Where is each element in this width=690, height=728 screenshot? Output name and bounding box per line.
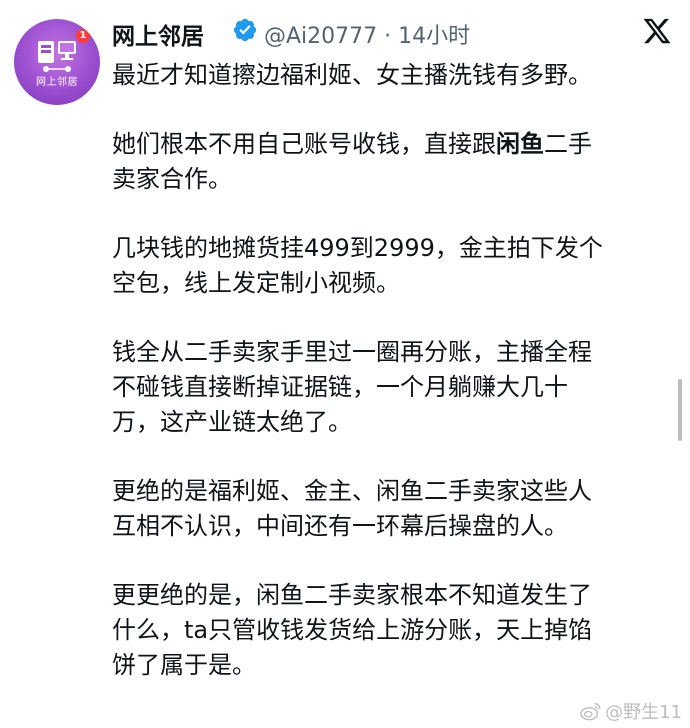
tweet-paragraph: 更更绝的是，闲鱼二手卖家根本不知道发生了 什么，ta只管收钱发货给上游分账，天上… — [112, 578, 672, 683]
tweet-line: 饼了属于是。 — [112, 651, 256, 679]
watermark: @野生11 — [580, 700, 682, 723]
scrollbar-thumb[interactable] — [678, 379, 682, 441]
tweet-line: 万，这产业链太绝了。 — [112, 408, 352, 436]
tweet-paragraph: 她们根本不用自己账号收钱，直接跟闲鱼二手 卖家合作。 — [112, 127, 672, 197]
tweet-paragraph: 更绝的是福利姬、金主、闲鱼二手卖家这些人 互相不认识，中间还有一环幕后操盘的人。 — [112, 474, 672, 544]
tweet-line: 最近才知道擦边福利姬、女主播洗钱有多野。 — [112, 61, 592, 89]
tweet-line: 钱全从二手卖家手里过一圈再分账，主播全程 — [112, 338, 592, 366]
tweet-text-segment: 二手 — [544, 130, 592, 158]
tweet-line: 什么，ta只管收钱发货给上游分账，天上掉馅 — [112, 616, 593, 644]
tweet-line: 卖家合作。 — [112, 165, 232, 193]
tweet-text-segment: 她们根本不用自己账号收钱，直接跟 — [112, 130, 496, 158]
weibo-logo-icon — [580, 703, 601, 721]
handle-and-timestamp[interactable]: @Ai20777 · 14小时 — [264, 18, 470, 50]
verified-badge-icon — [233, 18, 257, 42]
watermark-text: @野生11 — [605, 702, 682, 723]
tweet-line: 她们根本不用自己账号收钱，直接跟闲鱼二手 — [112, 127, 672, 162]
tweet-line: 更绝的是福利姬、金主、闲鱼二手卖家这些人 — [112, 477, 592, 505]
tweet-line: 互相不认识，中间还有一环幕后操盘的人。 — [112, 512, 568, 540]
account-name[interactable]: 网上邻居 — [112, 17, 204, 51]
avatar[interactable]: 1 网上邻居 — [14, 19, 100, 105]
tweet-paragraph: 几块钱的地摊货挂499到2999，金主拍下发个 空包，线上发定制小视频。 — [112, 231, 672, 301]
tweet-line: 更更绝的是，闲鱼二手卖家根本不知道发生了 — [112, 581, 592, 609]
avatar-label: 网上邻居 — [36, 77, 78, 88]
tweet-text: 最近才知道擦边福利姬、女主播洗钱有多野。 她们根本不用自己账号收钱，直接跟闲鱼二… — [112, 58, 672, 717]
x-logo-icon[interactable] — [642, 16, 672, 46]
tweet-line: 不碰钱直接断掉证据链，一个月躺赚大几十 — [112, 373, 568, 401]
tweet-line: 空包，线上发定制小视频。 — [112, 269, 400, 297]
tweet-bold-keyword: 闲鱼 — [496, 130, 544, 158]
tweet-paragraph: 最近才知道擦边福利姬、女主播洗钱有多野。 — [112, 58, 672, 93]
tweet-paragraph: 钱全从二手卖家手里过一圈再分账，主播全程 不碰钱直接断掉证据链，一个月躺赚大几十… — [112, 335, 672, 440]
avatar-notification-badge: 1 — [76, 29, 90, 43]
tweet-line: 几块钱的地摊货挂499到2999，金主拍下发个 — [112, 234, 603, 262]
